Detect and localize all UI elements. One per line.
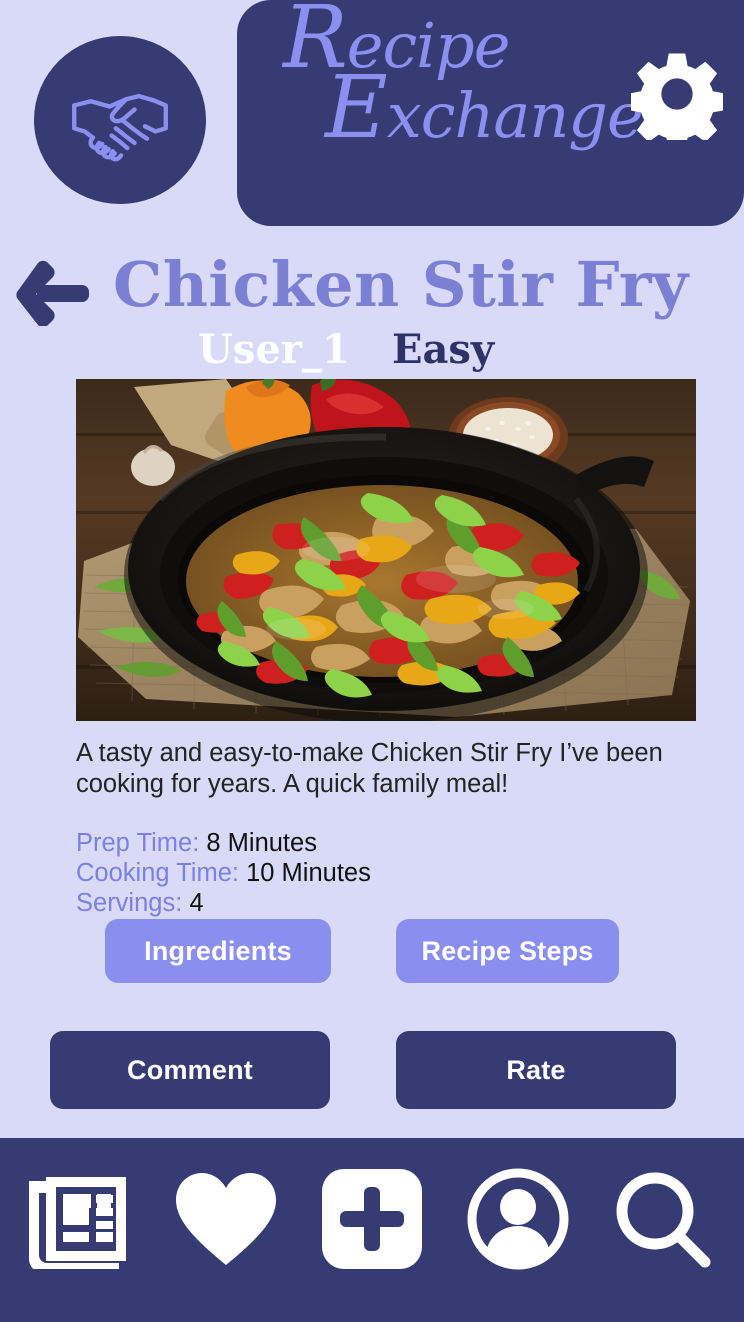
fact-prep-time-value: 8 Minutes [206,829,317,857]
back-arrow-icon [15,260,93,326]
fact-servings: Servings: 4 [76,888,636,918]
nav-item-favorites[interactable] [170,1167,282,1271]
nav-item-profile[interactable] [462,1167,574,1271]
recipe-title-row: Chicken Stir Fry [0,248,744,332]
plus-square-icon [321,1169,422,1269]
ingredients-button[interactable]: Ingredients [105,919,331,983]
app-brand-wordmark: Recipe Exchange [275,0,644,159]
app-logo-badge [34,36,206,204]
handshake-icon [68,68,172,172]
heart-icon [174,1171,278,1267]
comment-button[interactable]: Comment [50,1031,330,1109]
page-title: Chicken Stir Fry [113,248,689,321]
person-circle-icon [467,1168,569,1270]
gear-icon [631,48,723,140]
fact-prep-time: Prep Time: 8 Minutes [76,828,636,858]
rate-button[interactable]: Rate [396,1031,676,1109]
recipe-steps-button[interactable]: Recipe Steps [396,919,619,983]
recipe-facts: Prep Time: 8 Minutes Cooking Time: 10 Mi… [76,828,636,918]
nav-item-search[interactable] [607,1167,719,1271]
search-icon [613,1169,713,1269]
recipe-description: A tasty and easy-to-make Chicken Stir Fr… [76,739,663,799]
settings-button[interactable] [629,46,725,142]
header-panel: Recipe Exchange [237,0,744,226]
nav-item-add[interactable] [316,1167,428,1271]
fact-servings-value: 4 [189,889,204,918]
brand-line-exchange: Exchange [325,58,644,159]
fact-servings-label: Servings: [76,889,183,918]
recipe-difficulty: Easy [392,326,495,373]
fact-cooking-time-value: 10 Minutes [246,859,371,888]
recipe-author: User_1 [198,326,350,373]
fact-prep-time-label: Prep Time: [76,829,200,857]
nav-item-feed[interactable] [25,1167,137,1271]
fact-cooking-time: Cooking Time: 10 Minutes [76,858,636,888]
newspaper-icon [28,1169,133,1269]
bottom-navigation [0,1138,744,1322]
recipe-photo [76,379,696,721]
app-header: Recipe Exchange [0,0,744,226]
back-button[interactable] [12,256,96,330]
recipe-meta-row: User_1 Easy [0,326,744,374]
fact-cooking-time-label: Cooking Time: [76,859,239,888]
